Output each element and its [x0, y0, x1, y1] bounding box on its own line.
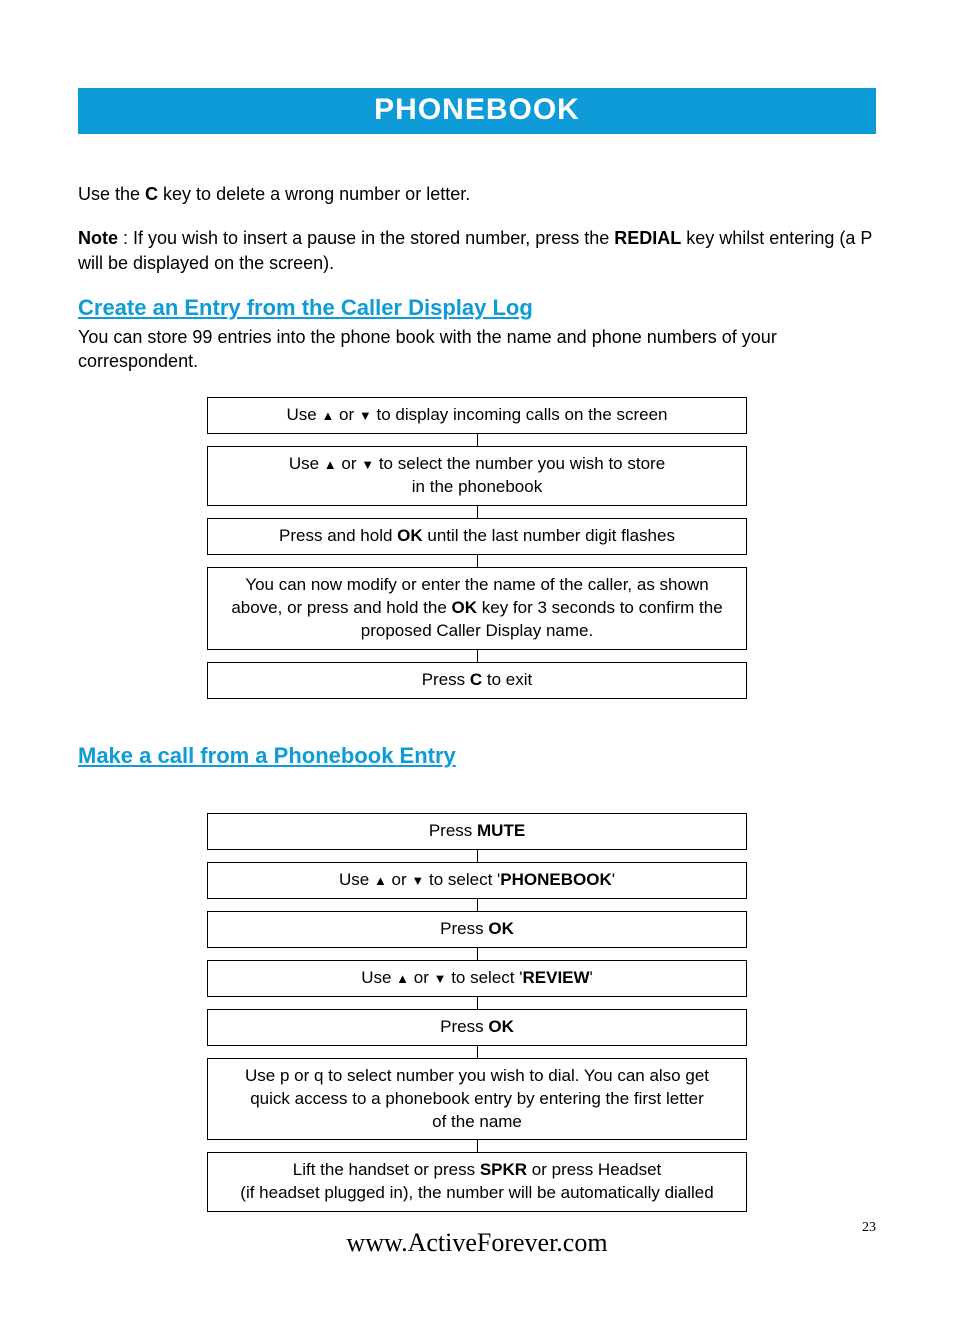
- arrow-down-icon: ▼: [359, 407, 372, 425]
- step: Press C to exit: [207, 662, 747, 699]
- section1-desc: You can store 99 entries into the phone …: [78, 325, 876, 374]
- step: Press OK: [207, 1009, 747, 1046]
- step: Use ▲ or ▼ to select 'PHONEBOOK': [207, 862, 747, 899]
- connector: [477, 506, 478, 518]
- connector: [477, 1140, 478, 1152]
- step: Press OK: [207, 911, 747, 948]
- arrow-down-icon: ▼: [411, 872, 424, 890]
- connector: [477, 899, 478, 911]
- connector: [477, 434, 478, 446]
- flow-make-call: Press MUTE Use ▲ or ▼ to select 'PHONEBO…: [207, 813, 747, 1212]
- connector: [477, 555, 478, 567]
- step: Use p or q to select number you wish to …: [207, 1058, 747, 1141]
- arrow-down-icon: ▼: [434, 970, 447, 988]
- step: Use ▲ or ▼ to display incoming calls on …: [207, 397, 747, 434]
- connector: [477, 948, 478, 960]
- arrow-up-icon: ▲: [396, 970, 409, 988]
- arrow-up-icon: ▲: [374, 872, 387, 890]
- note-text: Note : If you wish to insert a pause in …: [78, 226, 876, 275]
- connector: [477, 997, 478, 1009]
- flow-create-entry: Use ▲ or ▼ to display incoming calls on …: [207, 397, 747, 699]
- step: Lift the handset or press SPKR or press …: [207, 1152, 747, 1212]
- connector: [477, 850, 478, 862]
- step: Use ▲ or ▼ to select the number you wish…: [207, 446, 747, 506]
- arrow-up-icon: ▲: [324, 456, 337, 474]
- step: Use ▲ or ▼ to select 'REVIEW': [207, 960, 747, 997]
- step: Press MUTE: [207, 813, 747, 850]
- connector: [477, 650, 478, 662]
- intro-text: Use the C key to delete a wrong number o…: [78, 182, 876, 206]
- section2-heading: Make a call from a Phonebook Entry: [78, 743, 876, 769]
- step: Press and hold OK until the last number …: [207, 518, 747, 555]
- arrow-down-icon: ▼: [361, 456, 374, 474]
- step: You can now modify or enter the name of …: [207, 567, 747, 650]
- section1-heading: Create an Entry from the Caller Display …: [78, 295, 876, 321]
- page-title-bar: PHONEBOOK: [78, 88, 876, 134]
- connector: [477, 1046, 478, 1058]
- arrow-up-icon: ▲: [321, 407, 334, 425]
- page-title: PHONEBOOK: [374, 93, 580, 127]
- footer-url: www.ActiveForever.com: [0, 1228, 954, 1258]
